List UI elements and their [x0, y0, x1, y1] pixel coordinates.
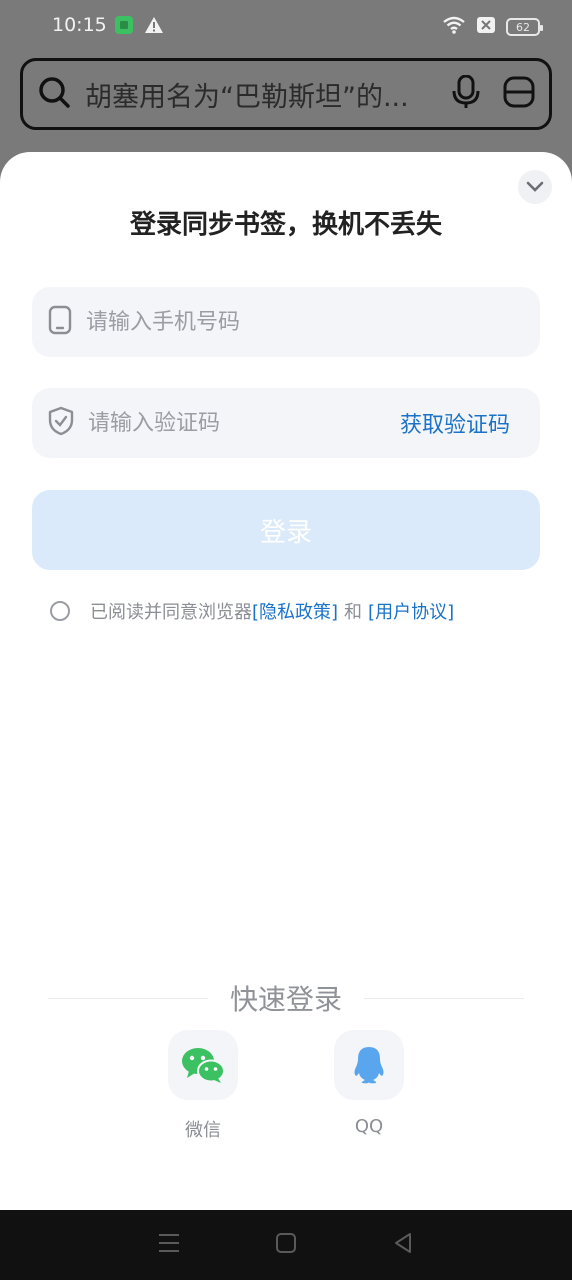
phone-icon: [48, 305, 72, 339]
login-bottom-sheet: 登录同步书签，换机不丢失 获取验证码 登录 已阅读并同意浏览器 [隐私政策] 和…: [0, 152, 572, 1210]
quick-login-title: 快速登录: [230, 983, 343, 1016]
code-field[interactable]: 获取验证码: [32, 388, 540, 458]
status-bar: 10:15 62: [0, 0, 572, 52]
wechat-login-button[interactable]: 微信: [163, 1030, 243, 1142]
wechat-label: 微信: [185, 1120, 221, 1141]
code-input[interactable]: [88, 388, 400, 458]
divider: [364, 997, 525, 999]
privacy-policy-link[interactable]: [隐私政策]: [252, 598, 338, 624]
sheet-title: 登录同步书签，换机不丢失: [129, 210, 442, 240]
quick-login-header: 快速登录: [48, 978, 525, 1018]
shield-icon: [48, 406, 74, 440]
agreement-checkbox[interactable]: [50, 601, 70, 621]
user-agreement-link[interactable]: [用户协议]: [368, 598, 454, 624]
qq-login-button[interactable]: QQ: [329, 1030, 409, 1137]
search-bar[interactable]: 胡塞用名为“巴勒斯坦”的...: [20, 58, 552, 130]
search-query[interactable]: 胡塞用名为“巴勒斯坦”的...: [85, 75, 441, 114]
phone-input[interactable]: [86, 287, 540, 357]
login-button[interactable]: 登录: [32, 490, 540, 570]
menu-icon[interactable]: [158, 1233, 180, 1257]
agreement-row: 已阅读并同意浏览器 [隐私政策] 和 [用户协议]: [50, 598, 454, 624]
scan-icon[interactable]: [503, 76, 535, 112]
qq-label: QQ: [354, 1116, 384, 1137]
back-icon[interactable]: [392, 1232, 414, 1258]
sim-card-icon: [114, 15, 134, 39]
data-off-icon: [476, 16, 496, 38]
wechat-icon: [168, 1030, 238, 1100]
battery-level: 62: [516, 20, 530, 34]
search-icon: [37, 75, 71, 113]
chevron-down-icon: [526, 178, 544, 197]
agreement-prefix: 已阅读并同意浏览器: [90, 602, 252, 623]
home-icon[interactable]: [275, 1232, 297, 1258]
get-code-button[interactable]: 获取验证码: [400, 407, 510, 439]
divider: [48, 997, 208, 999]
status-time: 10:15: [52, 14, 107, 36]
navigation-bar: [0, 1210, 572, 1280]
battery-icon: 62: [506, 18, 543, 36]
wifi-icon: [442, 15, 466, 39]
agreement-and: 和: [344, 602, 363, 623]
phone-field[interactable]: [32, 287, 540, 357]
collapse-sheet-button[interactable]: [518, 170, 552, 204]
microphone-icon[interactable]: [451, 74, 481, 113]
qq-icon: [334, 1030, 404, 1100]
warning-icon: [144, 15, 164, 39]
